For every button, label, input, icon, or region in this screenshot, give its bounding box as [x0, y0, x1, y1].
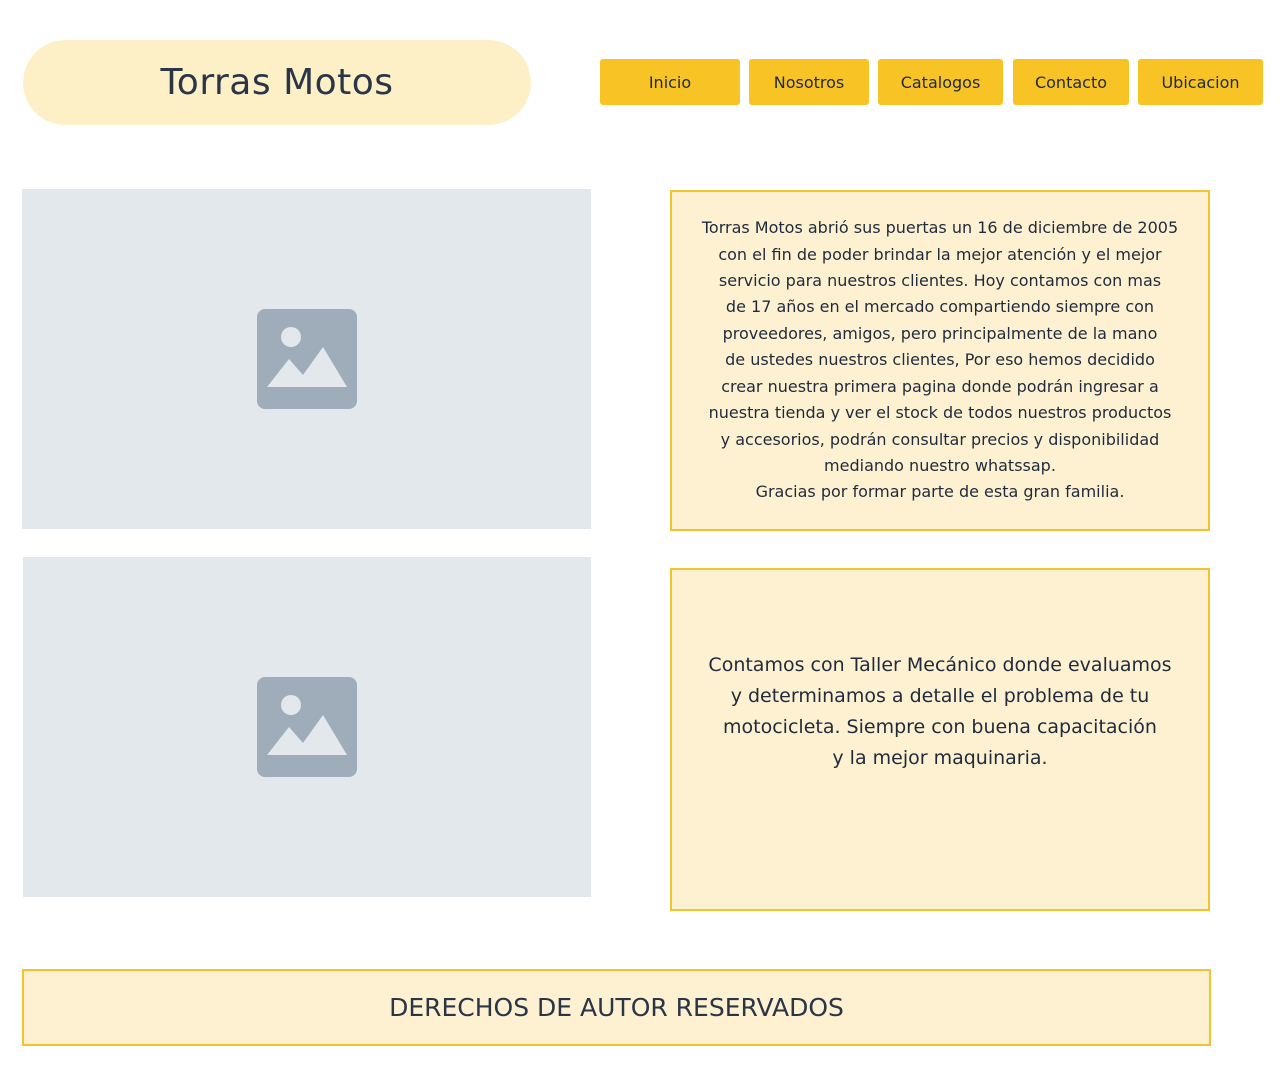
main-nav: Inicio Nosotros Catalogos Contacto Ubica…: [0, 59, 1280, 105]
workshop-text: Contamos con Taller Mecánico donde evalu…: [708, 653, 1172, 769]
about-text: Torras Motos abrió sus puertas un 16 de …: [701, 218, 1179, 502]
image-placeholder-1: [22, 189, 591, 529]
image-icon: [257, 677, 357, 777]
nav-inicio-button[interactable]: Inicio: [600, 59, 740, 105]
image-icon: [256, 309, 357, 409]
nav-catalogos-button[interactable]: Catalogos: [878, 59, 1003, 105]
nav-contacto-button[interactable]: Contacto: [1013, 59, 1129, 105]
nav-ubicacion-button[interactable]: Ubicacion: [1138, 59, 1263, 105]
image-placeholder-2: [23, 557, 591, 897]
about-panel: Torras Motos abrió sus puertas un 16 de …: [670, 190, 1210, 531]
nav-nosotros-button[interactable]: Nosotros: [749, 59, 869, 105]
footer-copyright: DERECHOS DE AUTOR RESERVADOS: [389, 993, 844, 1022]
workshop-panel: Contamos con Taller Mecánico donde evalu…: [670, 568, 1210, 911]
footer: DERECHOS DE AUTOR RESERVADOS: [22, 969, 1211, 1046]
